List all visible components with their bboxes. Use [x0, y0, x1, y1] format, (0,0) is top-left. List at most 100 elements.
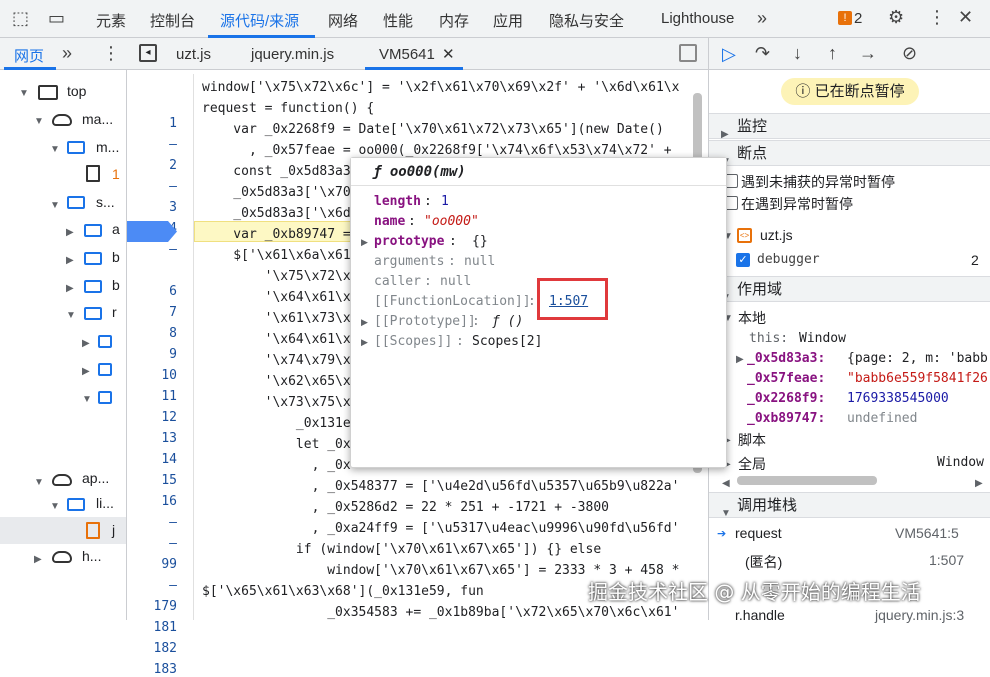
scroll-right-icon[interactable]: ▶	[975, 478, 983, 489]
line-number[interactable]: 1	[127, 116, 177, 131]
resume-icon[interactable]: ▷	[722, 45, 736, 63]
line-number[interactable]: 179	[127, 599, 177, 614]
line-number[interactable]: 13	[127, 431, 177, 446]
step-over-icon[interactable]: ↷	[755, 44, 770, 62]
line-number[interactable]: 16	[127, 494, 177, 509]
section-scope[interactable]: ▼作用域	[709, 276, 990, 303]
expand-icon[interactable]: ▼	[66, 310, 76, 321]
tree-item-domain[interactable]: ma...	[82, 111, 113, 127]
navigator-menu-icon[interactable]: ⋮	[102, 44, 120, 62]
issues-count[interactable]: 2	[854, 10, 862, 27]
step-into-icon[interactable]: ↓	[793, 44, 802, 62]
toggle-navigator-icon[interactable]: ◂	[139, 44, 157, 62]
close-tab-icon[interactable]: ✕	[442, 45, 455, 63]
scroll-left-icon[interactable]: ◀	[722, 478, 730, 489]
line-number[interactable]: 9	[127, 347, 177, 362]
collapse-icon[interactable]: ▶	[66, 227, 74, 238]
line-number[interactable]: –	[127, 242, 177, 257]
tree-item-folder[interactable]: b	[112, 277, 120, 293]
callstack-location[interactable]: VM5641:5	[895, 525, 959, 541]
tab-lighthouse[interactable]: Lighthouse	[661, 10, 734, 27]
tree-selected-row[interactable]	[0, 517, 126, 544]
scope-script[interactable]: 脚本	[738, 430, 766, 450]
prop-key[interactable]: [[Scopes]]	[374, 334, 452, 349]
settings-gear-icon[interactable]: ⚙	[888, 8, 904, 26]
tree-item-domain[interactable]: h...	[82, 548, 101, 564]
callstack-location[interactable]: jquery.min.js:3	[875, 607, 964, 623]
expand-icon[interactable]: ▼	[34, 116, 44, 127]
tree-item-folder[interactable]: m...	[96, 139, 119, 155]
line-number[interactable]: 14	[127, 452, 177, 467]
scope-local[interactable]: 本地	[738, 308, 766, 328]
line-number[interactable]: –	[127, 536, 177, 551]
tree-item-folder[interactable]: a	[112, 221, 120, 237]
step-icon[interactable]: →	[859, 44, 877, 62]
expand-icon[interactable]: ▼	[34, 477, 44, 488]
toggle-debugger-icon[interactable]	[679, 44, 697, 62]
prop-key[interactable]: prototype	[374, 234, 444, 249]
collapse-icon[interactable]: ▶	[82, 338, 90, 349]
expand-icon[interactable]: ▼	[50, 144, 60, 155]
section-callstack[interactable]: ▼ 调用堆栈	[709, 492, 990, 519]
collapse-icon[interactable]: ▶	[66, 255, 74, 266]
tab-elements[interactable]: 元素	[96, 10, 126, 31]
line-number[interactable]: –	[127, 515, 177, 530]
tab-page[interactable]: 网页	[14, 45, 44, 66]
collapse-icon[interactable]: ▶	[361, 237, 368, 248]
more-tabs-icon[interactable]: »	[757, 9, 767, 27]
collapse-icon[interactable]: ▶	[34, 554, 42, 565]
deactivate-breakpoints-icon[interactable]: ⊘	[902, 44, 917, 62]
expand-icon[interactable]: ▼	[50, 501, 60, 512]
line-number[interactable]: 8	[127, 326, 177, 341]
callstack-function[interactable]: r.handle	[735, 607, 785, 623]
tab-console[interactable]: 控制台	[150, 10, 195, 31]
scope-global[interactable]: 全局	[738, 454, 766, 474]
line-number[interactable]: 12	[127, 410, 177, 425]
editor-tab-jquery[interactable]: jquery.min.js	[251, 46, 334, 63]
tree-item-top[interactable]: top	[67, 83, 86, 99]
line-number[interactable]: –	[127, 179, 177, 194]
line-number[interactable]: 15	[127, 473, 177, 488]
tab-network[interactable]: 网络	[328, 10, 358, 31]
line-number[interactable]: 182	[127, 641, 177, 656]
expand-icon[interactable]: ▼	[50, 200, 60, 211]
tree-item-domain[interactable]: ap...	[82, 470, 109, 486]
line-number[interactable]: –	[127, 137, 177, 152]
breakpoint-file[interactable]: uzt.js	[760, 227, 793, 243]
collapse-icon[interactable]: ▶	[82, 366, 90, 377]
tab-performance[interactable]: 性能	[383, 10, 413, 31]
expand-icon[interactable]: ▼	[19, 88, 29, 99]
tree-item-file[interactable]: j	[112, 522, 115, 538]
collapse-icon[interactable]: ▶	[361, 337, 368, 348]
issues-icon[interactable]: !	[838, 11, 852, 25]
collapse-icon[interactable]: ▶	[361, 317, 368, 328]
tree-item-folder[interactable]: b	[112, 249, 120, 265]
line-number[interactable]: 2	[127, 158, 177, 173]
prop-key[interactable]: [[Prototype]]	[374, 314, 476, 329]
callstack-function[interactable]: (匿名)	[745, 552, 782, 572]
breakpoint-code[interactable]: debugger	[757, 252, 820, 267]
tree-item-folder[interactable]: s...	[96, 194, 115, 210]
section-breakpoints[interactable]: ▼断点	[709, 140, 990, 167]
line-number[interactable]: 11	[127, 389, 177, 404]
callstack-location[interactable]: 1:507	[929, 552, 964, 568]
collapse-icon[interactable]: ▶	[736, 354, 744, 365]
device-toggle-icon[interactable]: ▭	[48, 9, 65, 27]
step-out-icon[interactable]: ↑	[828, 44, 837, 62]
tree-item-folder[interactable]: r	[112, 304, 117, 320]
line-number[interactable]: –	[127, 578, 177, 593]
inspect-element-icon[interactable]: ⬚	[12, 9, 29, 27]
line-number[interactable]: 6	[127, 284, 177, 299]
collapse-icon[interactable]: ▶	[66, 283, 74, 294]
line-number[interactable]: 3	[127, 200, 177, 215]
line-number[interactable]: 5	[127, 263, 177, 278]
close-icon[interactable]: ✕	[958, 8, 973, 26]
line-number[interactable]: 10	[127, 368, 177, 383]
tree-item-folder[interactable]: li...	[96, 495, 114, 511]
more-navigator-tabs-icon[interactable]: »	[62, 44, 72, 62]
tab-memory[interactable]: 内存	[439, 10, 469, 31]
expand-icon[interactable]: ▼	[82, 394, 92, 405]
section-watch[interactable]: ▶ 监控	[709, 113, 990, 140]
callstack-function[interactable]: request	[735, 525, 782, 541]
line-number[interactable]: 183	[127, 662, 177, 677]
